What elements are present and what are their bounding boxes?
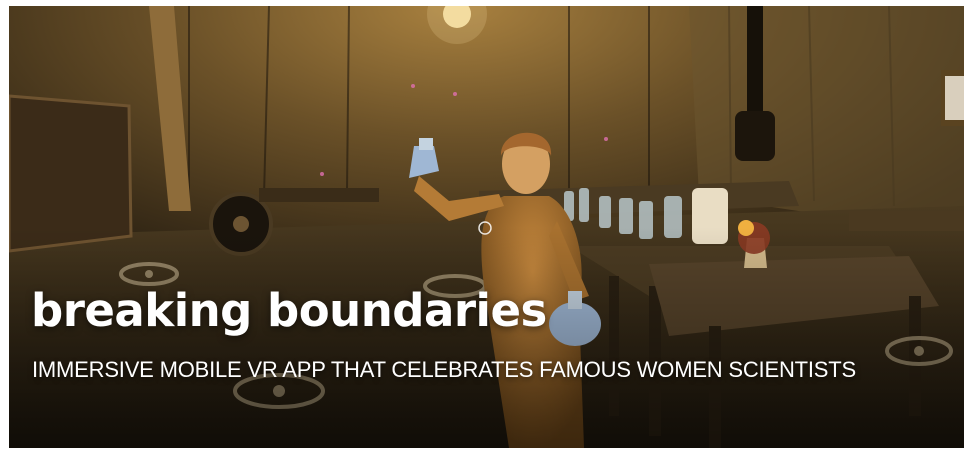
hero-subtitle: IMMERSIVE MOBILE VR APP THAT CELEBRATES … bbox=[32, 357, 856, 382]
hero-title: breaking boundaries bbox=[31, 284, 547, 337]
hero-card[interactable]: breaking boundaries IMMERSIVE MOBILE VR … bbox=[9, 6, 964, 448]
